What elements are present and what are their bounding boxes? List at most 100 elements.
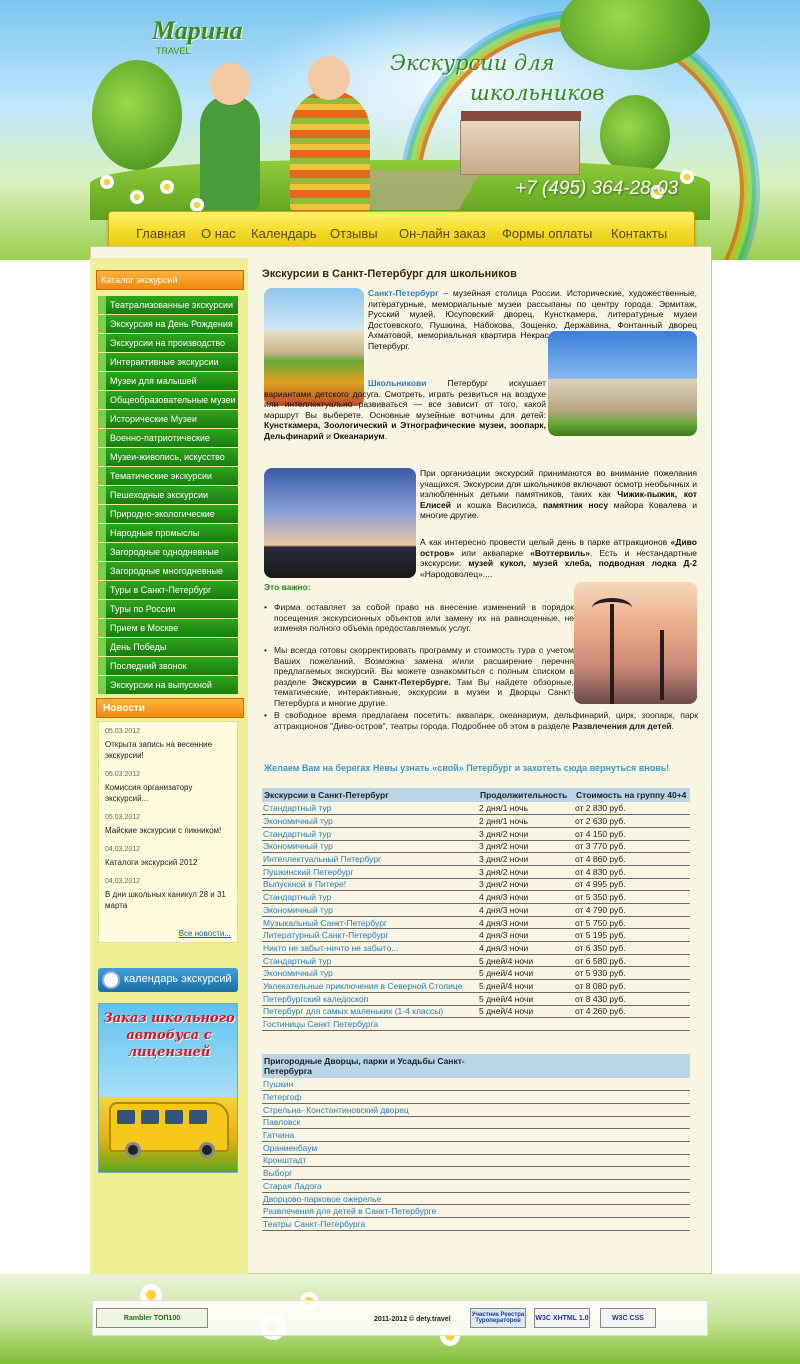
catalog-item[interactable]: Интерактивные экскурсии (98, 353, 238, 371)
tour-link[interactable]: Стандартный тур (263, 803, 331, 813)
catalog-item[interactable]: Исторические Музеи (98, 410, 238, 428)
nav-about[interactable]: О нас (201, 226, 236, 241)
duration-cell: 4 дня/3 ночи (478, 928, 574, 943)
news-title[interactable]: В дни школьных каникул 28 и 31 марта (105, 889, 231, 911)
tour-link[interactable]: Экономичный тур (263, 816, 333, 826)
tour-link[interactable]: Гостиницы Санкт Петербурга (263, 1019, 378, 1029)
catalog-item[interactable]: Туры в Санкт-Петербург (98, 581, 238, 599)
schoolkids-link[interactable]: Школьникови (368, 378, 426, 388)
tour-link[interactable]: Стандартный тур (263, 892, 331, 902)
spb-link[interactable]: Санкт-Петербург (368, 288, 439, 298)
catalog-item[interactable]: Экскурсии на выпускной (98, 676, 238, 694)
news-item[interactable]: 05.03.2012 Комиссия организатору экскурс… (105, 771, 231, 804)
catalog-item[interactable]: Туры по России (98, 600, 238, 618)
suburb-link[interactable]: Выборг (263, 1168, 292, 1178)
catalog-item[interactable]: Последний звонок (98, 657, 238, 675)
nav-online-order[interactable]: Он-лайн заказ (399, 226, 486, 241)
nav-reviews[interactable]: Отзывы (330, 226, 378, 241)
suburbs-table: Пригородные Дворцы, парки и Усадьбы Санк… (262, 1054, 690, 1231)
catalog-item[interactable]: Музеи-живопись, искусство (98, 448, 238, 466)
news-title[interactable]: Майские экскурсии с пикником! (105, 825, 231, 836)
news-box: 05.03.2012 Открыта запись на весенние эк… (98, 721, 238, 943)
tour-link[interactable]: Экономичный тур (263, 968, 333, 978)
catalog-item[interactable]: Экскурсия на День Рождения (98, 315, 238, 333)
duration-cell: 2 дня/1 ночь (478, 802, 574, 816)
tour-name-cell: Увлекательные приключения в Северной Сто… (262, 979, 478, 993)
nav-contacts[interactable]: Контакты (611, 226, 667, 241)
news-title[interactable]: Комиссия организатору экскурсий... (105, 782, 231, 804)
suburb-link[interactable]: Старая Ладога (263, 1181, 322, 1191)
catalog-item[interactable]: Народные промыслы (98, 524, 238, 542)
catalog-item[interactable]: Общеобразовательные музеи (98, 391, 238, 409)
tour-link[interactable]: Экономичный тур (263, 905, 333, 915)
catalog-item[interactable]: Тематические экскурсии (98, 467, 238, 485)
tour-link[interactable]: Выпускной в Питере! (263, 879, 346, 889)
suburb-link[interactable]: Кронштадт (263, 1155, 306, 1165)
nav-home[interactable]: Главная (136, 226, 185, 241)
tour-link[interactable]: Стандартный тур (263, 956, 331, 966)
suburb-link[interactable]: Развлечения для детей в Санкт-Петербурге (263, 1206, 436, 1216)
tour-link[interactable]: Пушкинский Петербург (263, 867, 354, 877)
catalog-item[interactable]: Военно-патриотические (98, 429, 238, 447)
catalog-item[interactable]: Природно-экологические (98, 505, 238, 523)
suburb-link[interactable]: Павловск (263, 1117, 300, 1127)
catalog-item[interactable]: Прием в Москве (98, 619, 238, 637)
nav-payment[interactable]: Формы оплаты (502, 226, 592, 241)
bus-order-banner[interactable]: Заказ школьного автобуса с лицензией (98, 1003, 238, 1173)
col-header: Экскурсии в Санкт-Петербург (262, 788, 478, 802)
registry-badge[interactable]: Участник Реестра Туроператоров (470, 1308, 526, 1328)
news-title[interactable]: Открыта запись на весенние экскурсии! (105, 739, 231, 761)
suburb-link[interactable]: Петергоф (263, 1092, 301, 1102)
tree-right (600, 95, 670, 175)
kazan-cathedral-photo (548, 331, 697, 436)
catalog-item[interactable]: Загородные однодневные (98, 543, 238, 561)
tour-name-cell: Музыкальный Санкт-Петербург (262, 916, 478, 930)
catalog-item[interactable]: Театрализованные экскурсии (98, 296, 238, 314)
catalog-item[interactable]: Музеи для малышей (98, 372, 238, 390)
suburb-link[interactable]: Гатчина (263, 1130, 294, 1140)
news-title[interactable]: Каталоги экскурсий 2012 (105, 857, 231, 868)
tour-link[interactable]: Петербург для самых маленьких (1-4 класс… (263, 1006, 443, 1016)
tour-link[interactable]: Литературный Санкт-Петербург (263, 930, 389, 940)
table-row: Кронштадт (262, 1154, 690, 1168)
price-cell: от 4 860 руб. (574, 852, 690, 866)
suburb-link[interactable]: Театры Санкт-Петербурга (263, 1219, 365, 1229)
suburb-link[interactable]: Стрельна- Константиновский дворец (263, 1105, 409, 1115)
tour-name-cell: Экономичный тур (262, 840, 478, 854)
tour-link[interactable]: Петербургский каледоскоп (263, 994, 368, 1004)
news-item[interactable]: 05.03.2012 Открыта запись на весенние эк… (105, 728, 231, 761)
w3c-css-badge[interactable]: W3C CSS (600, 1308, 656, 1328)
suburb-link[interactable]: Дворцово-парковое ожерелье (263, 1194, 381, 1204)
price-cell: от 5 750 руб. (574, 916, 690, 930)
suburb-link[interactable]: Ораниенбаум (263, 1143, 317, 1153)
nav-calendar[interactable]: Календарь (251, 226, 317, 241)
w3c-xhtml-badge[interactable]: W3C XHTML 1.0 (534, 1308, 590, 1328)
tour-link[interactable]: Стандартный тур (263, 829, 331, 839)
paragraph-4: А как интересно провести целый день в па… (420, 537, 697, 579)
news-item[interactable]: 05.03.2012 Майские экскурсии с пикником! (105, 814, 231, 836)
suburb-cell: Старая Ладога (262, 1179, 690, 1193)
tour-link[interactable]: Никто не забыт-ничто не забыто... (263, 943, 398, 953)
girl-image (200, 63, 260, 210)
tour-link[interactable]: Музыкальный Санкт-Петербург (263, 918, 387, 928)
daisy-icon (190, 198, 204, 212)
tour-link[interactable]: Экономичный тур (263, 841, 333, 851)
rambler-badge[interactable]: Rambler ТОП100 (96, 1308, 208, 1328)
tour-name-cell: Пушкинский Петербург (262, 865, 478, 879)
table-row: Петергоф (262, 1090, 690, 1104)
suburb-link[interactable]: Пушкин (263, 1079, 293, 1089)
tour-link[interactable]: Увлекательные приключения в Северной Сто… (263, 981, 462, 991)
all-news-link[interactable]: Все новости... (179, 929, 231, 938)
catalog-item[interactable]: Загородные многодневные (98, 562, 238, 580)
news-item[interactable]: 04.03.2012 Каталоги экскурсий 2012 (105, 846, 231, 868)
site-logo[interactable]: Марина TRAVEL (152, 16, 243, 56)
calendar-banner[interactable]: календарь экскурсий (98, 968, 238, 992)
suburb-cell: Дворцово-парковое ожерелье (262, 1192, 690, 1206)
catalog-item[interactable]: Пешеходные экскурсии (98, 486, 238, 504)
news-item[interactable]: 04.03.2012 В дни школьных каникул 28 и 3… (105, 878, 231, 911)
catalog-item[interactable]: Экскурсии на производство (98, 334, 238, 352)
price-cell: от 4 260 руб. (574, 1005, 690, 1019)
tour-link[interactable]: Интеллектуальный Петербург (263, 854, 381, 864)
price-cell: от 4 830 руб. (574, 865, 690, 879)
catalog-item[interactable]: День Победы (98, 638, 238, 656)
